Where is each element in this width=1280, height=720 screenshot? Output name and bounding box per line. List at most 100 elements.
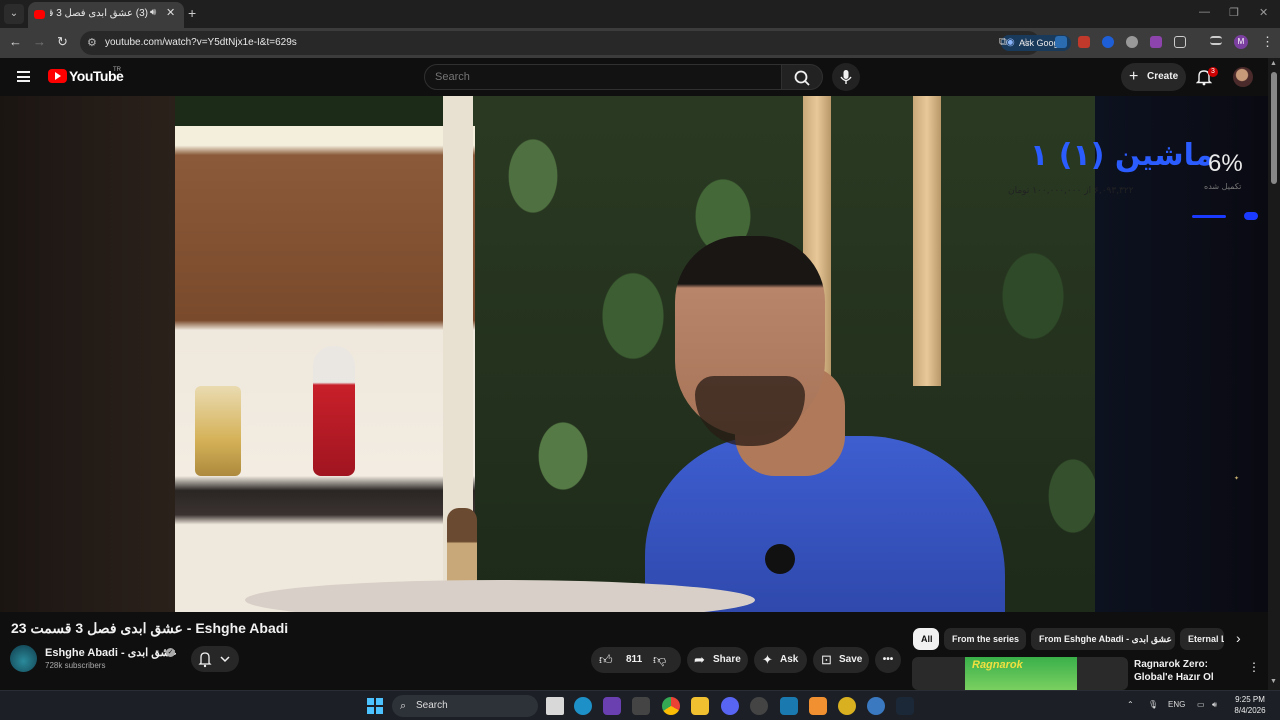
scroll-thumb[interactable] bbox=[1271, 72, 1277, 184]
recommendation-thumbnail[interactable]: Ragnarok bbox=[912, 657, 1128, 690]
browser-tab-strip: ⌄ (3) عشق ابدی فصل 3 قسمت 23 🔊︎ ✕ + — ❐ … bbox=[0, 0, 1280, 28]
overlay-progress-percent: 6% bbox=[1208, 150, 1243, 177]
edge-browser-icon[interactable] bbox=[574, 697, 592, 715]
taskbar-search-icon: ⌕ bbox=[400, 700, 407, 712]
plus-icon: + bbox=[1129, 68, 1139, 85]
chrome-icon[interactable] bbox=[662, 697, 680, 715]
bell-chevron-icon bbox=[198, 652, 230, 668]
search-input[interactable] bbox=[435, 69, 765, 85]
profile-avatar[interactable]: M bbox=[1234, 35, 1248, 49]
video-frame[interactable] bbox=[175, 96, 1095, 612]
windows-taskbar: ⌕ Search ⌃ 🎙︎ ENG ▭ 🔊︎ 9:25 PM 8/4/2026 bbox=[0, 690, 1280, 720]
back-icon[interactable]: ← bbox=[9, 34, 22, 49]
scroll-up-icon[interactable]: ▲ bbox=[1270, 60, 1277, 67]
hamburger-menu-icon[interactable] bbox=[17, 71, 30, 82]
tray-network-icon[interactable]: ▭ bbox=[1197, 700, 1205, 709]
input-language[interactable]: ENG bbox=[1168, 700, 1185, 709]
chip-from-channel[interactable]: From Eshghe Abadi - عشق ابدی bbox=[1031, 628, 1175, 650]
browser-toolbar: ← → ↻ ⚙ youtube.com/watch?v=Y5dtNjx1e-I&… bbox=[0, 28, 1280, 58]
channel-avatar[interactable] bbox=[10, 645, 37, 672]
reload-icon[interactable]: ↻ bbox=[57, 34, 68, 50]
unity-app-icon[interactable] bbox=[632, 697, 650, 715]
more-actions-button[interactable]: ••• bbox=[875, 647, 901, 673]
maximize-icon[interactable]: ❐ bbox=[1229, 6, 1239, 19]
clock-time: 9:25 PM bbox=[1235, 695, 1265, 704]
overlay-progress-knob bbox=[1244, 212, 1258, 220]
tray-overflow-icon[interactable]: ⌃ bbox=[1127, 700, 1134, 709]
taskbar-clock[interactable]: 9:25 PM 8/4/2026 bbox=[1230, 694, 1270, 716]
url-text[interactable]: youtube.com/watch?v=Y5dtNjx1e-I&t=629s bbox=[105, 37, 297, 48]
youtube-logo-icon[interactable] bbox=[48, 69, 67, 83]
app-blue-icon[interactable] bbox=[867, 697, 885, 715]
vpn-app-icon[interactable] bbox=[780, 697, 798, 715]
share-button[interactable]: ➦ Share bbox=[687, 647, 748, 673]
extension-red-icon[interactable] bbox=[1078, 36, 1090, 48]
microphone-icon bbox=[840, 70, 852, 84]
extensions-puzzle-icon[interactable] bbox=[1174, 36, 1186, 48]
install-app-icon[interactable]: ⧉ bbox=[999, 36, 1007, 49]
extension-purple-icon[interactable] bbox=[1150, 36, 1162, 48]
chip-eternal[interactable]: Eternal L bbox=[1180, 628, 1224, 650]
address-bar[interactable]: ⚙ youtube.com/watch?v=Y5dtNjx1e-I&t=629s… bbox=[80, 31, 1071, 55]
minimize-icon[interactable]: — bbox=[1199, 6, 1210, 18]
youtube-header: YouTube TR + Create 3 bbox=[0, 58, 1268, 96]
windows-start-icon[interactable] bbox=[367, 698, 383, 714]
tab-title: (3) عشق ابدی فصل 3 قسمت 23 bbox=[50, 8, 148, 19]
recommendation-more-icon[interactable]: ⋮ bbox=[1248, 660, 1260, 674]
ask-button[interactable]: ✦ Ask bbox=[754, 647, 807, 673]
speaker-icon[interactable]: 🔊︎ bbox=[150, 7, 156, 18]
tray-mic-icon[interactable]: 🎙︎ bbox=[1148, 700, 1158, 709]
thumbs-up-icon[interactable]: 👍︎ bbox=[599, 647, 613, 673]
ask-label: Ask bbox=[780, 654, 799, 665]
browser-menu-icon[interactable]: ⋮ bbox=[1261, 34, 1274, 50]
overlay-progress-fill bbox=[1192, 215, 1226, 218]
obs-icon[interactable] bbox=[750, 697, 768, 715]
video-player[interactable] bbox=[0, 96, 1268, 612]
scroll-down-icon[interactable]: ▼ bbox=[1270, 678, 1277, 685]
recommendation-thumbnail-text: Ragnarok bbox=[972, 659, 1023, 671]
scene-pole bbox=[913, 96, 941, 386]
close-tab-icon[interactable]: ✕ bbox=[166, 6, 175, 19]
extension-blue-icon[interactable] bbox=[1102, 36, 1114, 48]
like-dislike-group: 👍︎ 811 👎︎ bbox=[591, 647, 681, 673]
create-button[interactable]: + Create bbox=[1121, 63, 1186, 91]
like-count[interactable]: 811 bbox=[626, 654, 642, 665]
r-app-icon[interactable] bbox=[603, 697, 621, 715]
close-window-icon[interactable]: ✕ bbox=[1259, 6, 1268, 19]
create-label: Create bbox=[1147, 71, 1179, 82]
steam-icon[interactable] bbox=[896, 697, 914, 715]
translate-extension-icon[interactable] bbox=[1055, 36, 1067, 48]
chip-from-the-series[interactable]: From the series bbox=[944, 628, 1026, 650]
page-scrollbar[interactable]: ▲ ▼ bbox=[1268, 58, 1280, 690]
taskbar-search[interactable]: ⌕ Search bbox=[392, 695, 538, 717]
extension-gray-icon[interactable] bbox=[1126, 36, 1138, 48]
channel-name[interactable]: Eshghe Abadi - عشق ابدی bbox=[45, 646, 177, 659]
voice-search-button[interactable] bbox=[832, 63, 860, 91]
thumbs-down-icon[interactable]: 👎︎ bbox=[653, 647, 666, 673]
file-explorer-icon[interactable] bbox=[691, 697, 709, 715]
search-box[interactable] bbox=[424, 64, 782, 90]
chevron-right-icon[interactable]: › bbox=[1236, 630, 1241, 646]
overlay-progress-bar bbox=[1192, 212, 1262, 221]
overlay-campaign-amount: ۶,۰۹۳,۳۲۲ از ۱۰۰,۰۰۰,۰۰۰ تومان bbox=[1008, 186, 1134, 196]
bookmark-star-icon[interactable]: ☆ bbox=[1021, 36, 1031, 49]
save-label: Save bbox=[839, 654, 863, 665]
tray-volume-icon[interactable]: 🔊︎ bbox=[1212, 700, 1217, 710]
reading-list-icon[interactable] bbox=[1210, 36, 1222, 45]
account-avatar[interactable] bbox=[1233, 67, 1253, 87]
chip-all[interactable]: All bbox=[913, 628, 939, 650]
new-tab-button[interactable]: + bbox=[188, 5, 196, 21]
subscribed-notifications-button[interactable] bbox=[191, 646, 239, 672]
save-button[interactable]: ⊡ Save bbox=[813, 647, 869, 673]
app-orange-icon[interactable] bbox=[809, 697, 827, 715]
search-button[interactable] bbox=[781, 64, 823, 90]
site-info-icon[interactable]: ⚙ bbox=[87, 36, 97, 49]
task-view-icon[interactable] bbox=[546, 697, 564, 715]
discord-icon[interactable] bbox=[721, 697, 739, 715]
channel-watermark-logo: ✦ bbox=[1234, 476, 1240, 482]
recommendation-title[interactable]: Ragnarok Zero: Global'e Hazır Ol bbox=[1134, 658, 1238, 684]
app-yellow-icon[interactable] bbox=[838, 697, 856, 715]
forward-icon[interactable]: → bbox=[33, 34, 46, 49]
tab-search-button[interactable]: ⌄ bbox=[4, 4, 24, 24]
browser-tab-active[interactable]: (3) عشق ابدی فصل 3 قسمت 23 🔊︎ ✕ bbox=[28, 2, 184, 28]
